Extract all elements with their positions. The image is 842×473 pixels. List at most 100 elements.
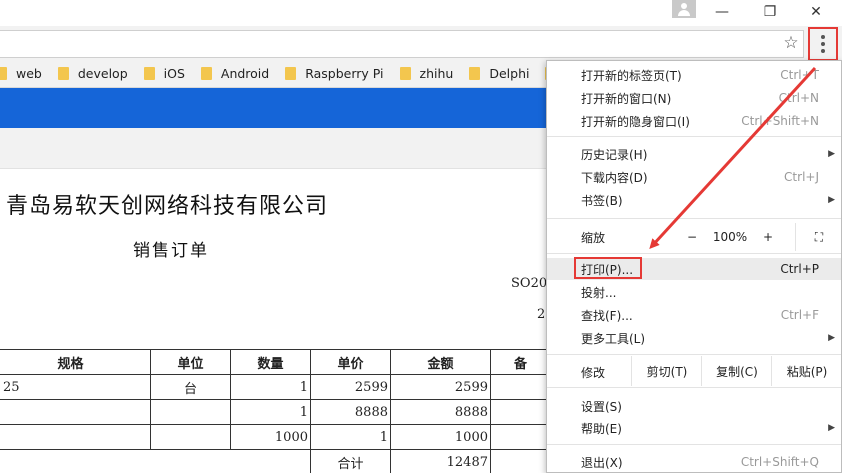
menu-separator [547,218,841,219]
menu-item-shortcut: Ctrl+Shift+Q [740,455,819,469]
menu-item-label: 打开新的隐身窗口(I) [581,114,690,129]
menu-item-settings[interactable]: 设置(S) [547,395,841,417]
table-cell: 1000 [390,424,491,450]
folder-icon [399,67,411,80]
zoom-level: 100% [712,230,748,244]
menu-item-print[interactable]: 打印(P)... Ctrl+P [547,257,841,280]
menu-separator [547,136,841,137]
table-cell: 8888 [310,399,391,425]
menu-item-bookmarks[interactable]: 书签(B) ▶ [547,189,841,211]
copy-button[interactable]: 复制(C) [701,356,772,386]
bookmark-folder[interactable]: Delphi [465,63,537,85]
table-cell: 1 [310,424,391,450]
menu-item-incognito[interactable]: 打开新的隐身窗口(I) Ctrl+Shift+N [547,110,841,132]
menu-item-help[interactable]: 帮助(E) ▶ [547,417,841,439]
address-bar[interactable] [0,30,804,58]
table-row: 1000 1 1000 [0,424,551,450]
cut-button[interactable]: 剪切(T) [631,356,702,386]
bookmark-folder[interactable]: Raspberry Pi [281,63,391,85]
menu-item-more-tools[interactable]: 更多工具(L) ▶ [547,327,841,349]
table-cell [490,374,551,400]
profile-icon[interactable] [672,0,696,18]
folder-icon [0,67,7,80]
bookmark-folder[interactable]: Android [197,63,277,85]
menu-item-label: 打印(P)... [581,262,634,277]
table-total-row: 合计 12487 [0,449,551,473]
chrome-main-menu: 打开新的标签页(T) Ctrl+T 打开新的窗口(N) Ctrl+N 打开新的隐… [546,60,842,473]
menu-item-new-tab[interactable]: 打开新的标签页(T) Ctrl+T [547,64,841,86]
browser-toolbar [0,26,842,60]
submenu-arrow-icon: ▶ [828,195,835,205]
table-cell [150,399,231,425]
fullscreen-icon[interactable]: ⛶ [795,223,842,251]
table-cell [0,424,151,450]
order-date: 2 [537,307,546,322]
table-cell [490,449,551,473]
menu-item-find[interactable]: 查找(F)... Ctrl+F [547,304,841,326]
menu-item-cast[interactable]: 投射... [547,281,841,303]
bookmark-label: Android [220,66,270,81]
menu-item-shortcut: Ctrl+Shift+N [741,114,819,128]
zoom-in-button[interactable]: + [753,223,783,251]
submenu-arrow-icon: ▶ [828,333,835,343]
menu-item-shortcut: Ctrl+P [780,262,819,276]
folder-icon [57,67,69,80]
menu-item-exit[interactable]: 退出(X) Ctrl+Shift+Q [547,451,841,473]
menu-item-shortcut: Ctrl+F [780,308,819,322]
paste-button[interactable]: 粘贴(P) [771,356,842,386]
table-cell: 1000 [230,424,311,450]
total-label: 合计 [310,449,391,473]
column-header: 规格 [0,349,151,375]
submenu-arrow-icon: ▶ [828,149,835,159]
menu-item-shortcut: Ctrl+T [780,68,819,82]
menu-item-label: 投射... [581,285,617,300]
restore-button[interactable]: ❐ [750,0,790,24]
table-cell: 1 [230,399,311,425]
column-header: 单位 [150,349,231,375]
menu-item-label: 设置(S) [581,399,622,414]
menu-item-label: 打开新的窗口(N) [581,91,672,106]
bookmark-folder[interactable]: web [0,63,50,85]
menu-separator [547,354,841,355]
zoom-out-button[interactable]: − [677,223,707,251]
menu-edit-row: 修改 剪切(T) 复制(C) 粘贴(P) [547,356,841,386]
table-cell [490,399,551,425]
bookmark-star-icon[interactable]: ☆ [781,33,801,53]
bookmark-label: web [16,66,42,81]
close-button[interactable]: ✕ [796,0,836,24]
folder-icon [285,67,297,80]
menu-item-new-window[interactable]: 打开新的窗口(N) Ctrl+N [547,87,841,109]
folder-icon [143,67,155,80]
menu-item-label: 历史记录(H) [581,147,648,162]
table-cell: 1 [230,374,311,400]
column-header: 金额 [390,349,491,375]
menu-separator [547,253,841,254]
menu-item-downloads[interactable]: 下载内容(D) Ctrl+J [547,166,841,188]
menu-separator [547,444,841,445]
menu-item-history[interactable]: 历史记录(H) ▶ [547,143,841,165]
bookmark-label: develop [77,66,128,81]
table-cell: 2599 [310,374,391,400]
table-cell [490,424,551,450]
menu-item-label: 帮助(E) [581,421,622,436]
bookmark-label: Raspberry Pi [305,66,384,81]
chrome-menu-button[interactable] [808,27,838,61]
bookmark-folder[interactable]: develop [54,63,136,85]
bookmark-label: iOS [163,66,185,81]
menu-item-label: 退出(X) [581,455,623,470]
bookmark-folder[interactable]: zhihu [396,63,462,85]
minimize-button[interactable]: — [702,0,742,24]
company-name: 青岛易软天创网络科技有限公司 [6,194,329,219]
menu-item-shortcut: Ctrl+J [784,170,819,184]
bookmark-folder[interactable]: iOS [140,63,193,85]
menu-item-label: 下载内容(D) [581,170,648,185]
table-cell [0,399,151,425]
bookmark-label: Delphi [489,66,530,81]
menu-item-label: 书签(B) [581,193,623,208]
column-header: 数量 [230,349,311,375]
column-header: 备 [490,349,551,375]
menu-item-label: 打开新的标签页(T) [581,68,682,83]
order-number: SO20 [511,276,548,291]
table-cell: 2599 [390,374,491,400]
table-row: 1 8888 8888 [0,399,551,425]
